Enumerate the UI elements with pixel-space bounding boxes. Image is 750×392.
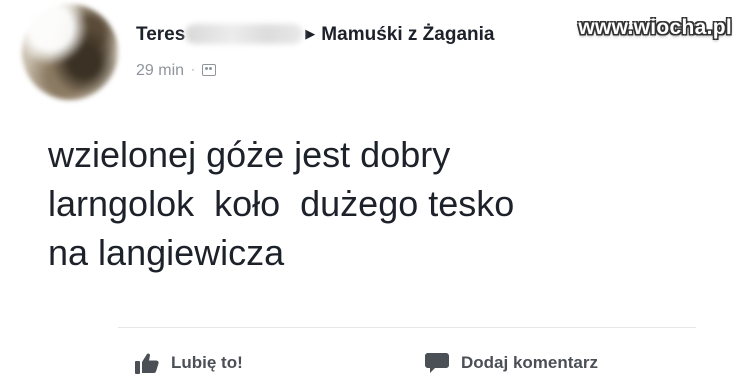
post-header: Teres ▶ Mamuśki z Żagania [136,24,494,46]
divider [118,327,696,328]
comment-label: Dodaj komentarz [461,353,598,372]
thumbs-up-icon [135,353,159,374]
avatar[interactable] [22,4,118,100]
author-name-link[interactable]: Teres [136,24,185,46]
watermark: www.wiocha.pl [578,16,732,39]
group-name-link[interactable]: Mamuśki z Żagania [321,24,494,46]
post-text-line: na langiewicza [48,232,285,273]
shared-to-arrow-icon: ▶ [305,26,316,41]
post-meta: 29 min · [136,62,217,80]
meta-separator: · [191,62,196,76]
like-button[interactable]: Lubię to! [135,352,243,374]
post-body: wzielonej góże jest dobry larngolok koło… [48,130,688,277]
post-text-line: wzielonej góże jest dobry [48,134,451,175]
like-label: Lubię to! [171,353,243,372]
group-icon [202,64,217,76]
redacted-name-blur [185,24,304,44]
timestamp-link[interactable]: 29 min [136,62,184,79]
comment-button[interactable]: Dodaj komentarz [425,352,598,374]
comment-icon [425,353,449,373]
post-text-line: larngolok koło dużego tesko [48,183,515,224]
post-card: Teres ▶ Mamuśki z Żagania 29 min · www.wioc… [0,0,750,392]
